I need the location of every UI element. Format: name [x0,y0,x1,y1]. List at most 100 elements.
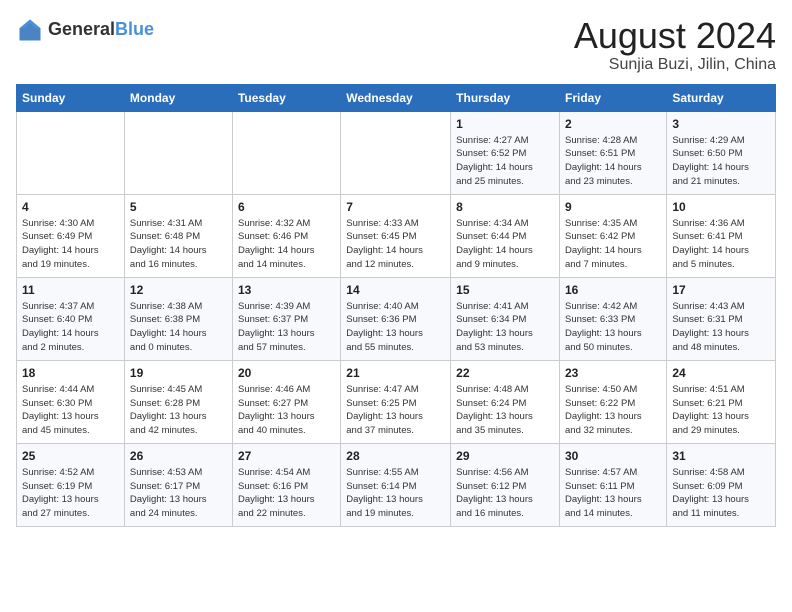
day-number: 28 [346,449,445,463]
calendar-table: SundayMondayTuesdayWednesdayThursdayFrid… [16,84,776,527]
calendar-cell: 22Sunrise: 4:48 AM Sunset: 6:24 PM Dayli… [451,360,560,443]
day-number: 9 [565,200,661,214]
day-number: 25 [22,449,119,463]
day-number: 29 [456,449,554,463]
weekday-header-row: SundayMondayTuesdayWednesdayThursdayFrid… [17,84,776,111]
calendar-cell [341,111,451,194]
day-info: Sunrise: 4:58 AM Sunset: 6:09 PM Dayligh… [672,466,770,521]
day-number: 8 [456,200,554,214]
day-number: 15 [456,283,554,297]
calendar-cell: 29 Sunrise: 4:56 AM Sunset: 6:12 PM Dayli… [451,443,560,526]
day-info: Sunrise: 4:51 AM Sunset: 6:21 PM Dayligh… [672,383,770,438]
day-number: 20 [238,366,335,380]
day-info: Sunrise: 4:42 AM Sunset: 6:33 PM Dayligh… [565,300,661,355]
logo-blue: Blue [115,19,154,39]
calendar-week-row: 18 Sunrise: 4:44 AM Sunset: 6:30 PM Dayli… [17,360,776,443]
day-number: 11 [22,283,119,297]
calendar-cell: 12 Sunrise: 4:38 AM Sunset: 6:38 PM Dayli… [124,277,232,360]
calendar-week-row: 11 Sunrise: 4:37 AM Sunset: 6:40 PM Dayli… [17,277,776,360]
day-info: Sunrise: 4:46 AM Sunset: 6:27 PM Dayligh… [238,383,335,438]
day-number: 24 [672,366,770,380]
day-info: Sunrise: 4:36 AM Sunset: 6:41 PM Dayligh… [672,217,770,272]
day-info: Sunrise: 4:27 AM Sunset: 6:52 PM Dayligh… [456,134,554,189]
day-info: Sunrise: 4:50 AM Sunset: 6:22 PM Dayligh… [565,383,661,438]
calendar-cell: 16 Sunrise: 4:42 AM Sunset: 6:33 PM Dayli… [560,277,667,360]
page-header: GeneralBlue August 2024 Sunjia Buzi, Jil… [16,16,776,74]
calendar-cell: 19 Sunrise: 4:45 AM Sunset: 6:28 PM Dayli… [124,360,232,443]
day-info: Sunrise: 4:38 AM Sunset: 6:38 PM Dayligh… [130,300,227,355]
calendar-cell: 7 Sunrise: 4:33 AM Sunset: 6:45 PM Daylig… [341,194,451,277]
day-number: 10 [672,200,770,214]
calendar-cell: 2 Sunrise: 4:28 AM Sunset: 6:51 PM Daylig… [560,111,667,194]
day-number: 6 [238,200,335,214]
calendar-cell: 26 Sunrise: 4:53 AM Sunset: 6:17 PM Dayli… [124,443,232,526]
day-number: 30 [565,449,661,463]
day-number: 23 [565,366,661,380]
day-info: Sunrise: 4:35 AM Sunset: 6:42 PM Dayligh… [565,217,661,272]
title-block: August 2024 Sunjia Buzi, Jilin, China [574,16,776,74]
day-number: 19 [130,366,227,380]
day-number: 7 [346,200,445,214]
day-number: 5 [130,200,227,214]
calendar-cell: 21 Sunrise: 4:47 AM Sunset: 6:25 PM Dayli… [341,360,451,443]
day-number: 13 [238,283,335,297]
calendar-cell: 8Sunrise: 4:34 AM Sunset: 6:44 PM Daylig… [451,194,560,277]
day-number: 2 [565,117,661,131]
weekday-header-tuesday: Tuesday [232,84,340,111]
day-info: Sunrise: 4:43 AM Sunset: 6:31 PM Dayligh… [672,300,770,355]
day-info: Sunrise: 4:56 AM Sunset: 6:12 PM Dayligh… [456,466,554,521]
day-info: Sunrise: 4:54 AM Sunset: 6:16 PM Dayligh… [238,466,335,521]
calendar-week-row: 1Sunrise: 4:27 AM Sunset: 6:52 PM Daylig… [17,111,776,194]
logo-text: GeneralBlue [48,20,154,40]
day-info: Sunrise: 4:33 AM Sunset: 6:45 PM Dayligh… [346,217,445,272]
calendar-cell: 27 Sunrise: 4:54 AM Sunset: 6:16 PM Dayli… [232,443,340,526]
day-info: Sunrise: 4:53 AM Sunset: 6:17 PM Dayligh… [130,466,227,521]
day-info: Sunrise: 4:52 AM Sunset: 6:19 PM Dayligh… [22,466,119,521]
day-number: 4 [22,200,119,214]
day-info: Sunrise: 4:29 AM Sunset: 6:50 PM Dayligh… [672,134,770,189]
calendar-cell: 5 Sunrise: 4:31 AM Sunset: 6:48 PM Daylig… [124,194,232,277]
day-number: 14 [346,283,445,297]
day-number: 31 [672,449,770,463]
calendar-cell: 6 Sunrise: 4:32 AM Sunset: 6:46 PM Daylig… [232,194,340,277]
day-info: Sunrise: 4:47 AM Sunset: 6:25 PM Dayligh… [346,383,445,438]
weekday-header-friday: Friday [560,84,667,111]
day-number: 27 [238,449,335,463]
calendar-cell: 17Sunrise: 4:43 AM Sunset: 6:31 PM Dayli… [667,277,776,360]
day-info: Sunrise: 4:44 AM Sunset: 6:30 PM Dayligh… [22,383,119,438]
day-info: Sunrise: 4:45 AM Sunset: 6:28 PM Dayligh… [130,383,227,438]
calendar-cell: 18 Sunrise: 4:44 AM Sunset: 6:30 PM Dayli… [17,360,125,443]
day-info: Sunrise: 4:55 AM Sunset: 6:14 PM Dayligh… [346,466,445,521]
calendar-cell: 24 Sunrise: 4:51 AM Sunset: 6:21 PM Dayli… [667,360,776,443]
weekday-header-thursday: Thursday [451,84,560,111]
calendar-cell [232,111,340,194]
calendar-header: SundayMondayTuesdayWednesdayThursdayFrid… [17,84,776,111]
calendar-week-row: 4 Sunrise: 4:30 AM Sunset: 6:49 PM Daylig… [17,194,776,277]
calendar-cell: 3 Sunrise: 4:29 AM Sunset: 6:50 PM Daylig… [667,111,776,194]
day-info: Sunrise: 4:32 AM Sunset: 6:46 PM Dayligh… [238,217,335,272]
location-title: Sunjia Buzi, Jilin, China [574,56,776,74]
day-number: 16 [565,283,661,297]
day-number: 21 [346,366,445,380]
day-number: 18 [22,366,119,380]
weekday-header-monday: Monday [124,84,232,111]
calendar-cell: 20 Sunrise: 4:46 AM Sunset: 6:27 PM Dayli… [232,360,340,443]
calendar-cell: 4 Sunrise: 4:30 AM Sunset: 6:49 PM Daylig… [17,194,125,277]
calendar-body: 1Sunrise: 4:27 AM Sunset: 6:52 PM Daylig… [17,111,776,526]
calendar-week-row: 25 Sunrise: 4:52 AM Sunset: 6:19 PM Dayli… [17,443,776,526]
calendar-cell: 30 Sunrise: 4:57 AM Sunset: 6:11 PM Dayli… [560,443,667,526]
calendar-cell: 14Sunrise: 4:40 AM Sunset: 6:36 PM Dayli… [341,277,451,360]
day-info: Sunrise: 4:57 AM Sunset: 6:11 PM Dayligh… [565,466,661,521]
month-title: August 2024 [574,16,776,56]
day-number: 26 [130,449,227,463]
day-info: Sunrise: 4:30 AM Sunset: 6:49 PM Dayligh… [22,217,119,272]
day-number: 12 [130,283,227,297]
day-info: Sunrise: 4:37 AM Sunset: 6:40 PM Dayligh… [22,300,119,355]
logo-general: General [48,19,115,39]
day-number: 22 [456,366,554,380]
day-info: Sunrise: 4:28 AM Sunset: 6:51 PM Dayligh… [565,134,661,189]
weekday-header-wednesday: Wednesday [341,84,451,111]
day-info: Sunrise: 4:31 AM Sunset: 6:48 PM Dayligh… [130,217,227,272]
day-info: Sunrise: 4:39 AM Sunset: 6:37 PM Dayligh… [238,300,335,355]
day-number: 3 [672,117,770,131]
